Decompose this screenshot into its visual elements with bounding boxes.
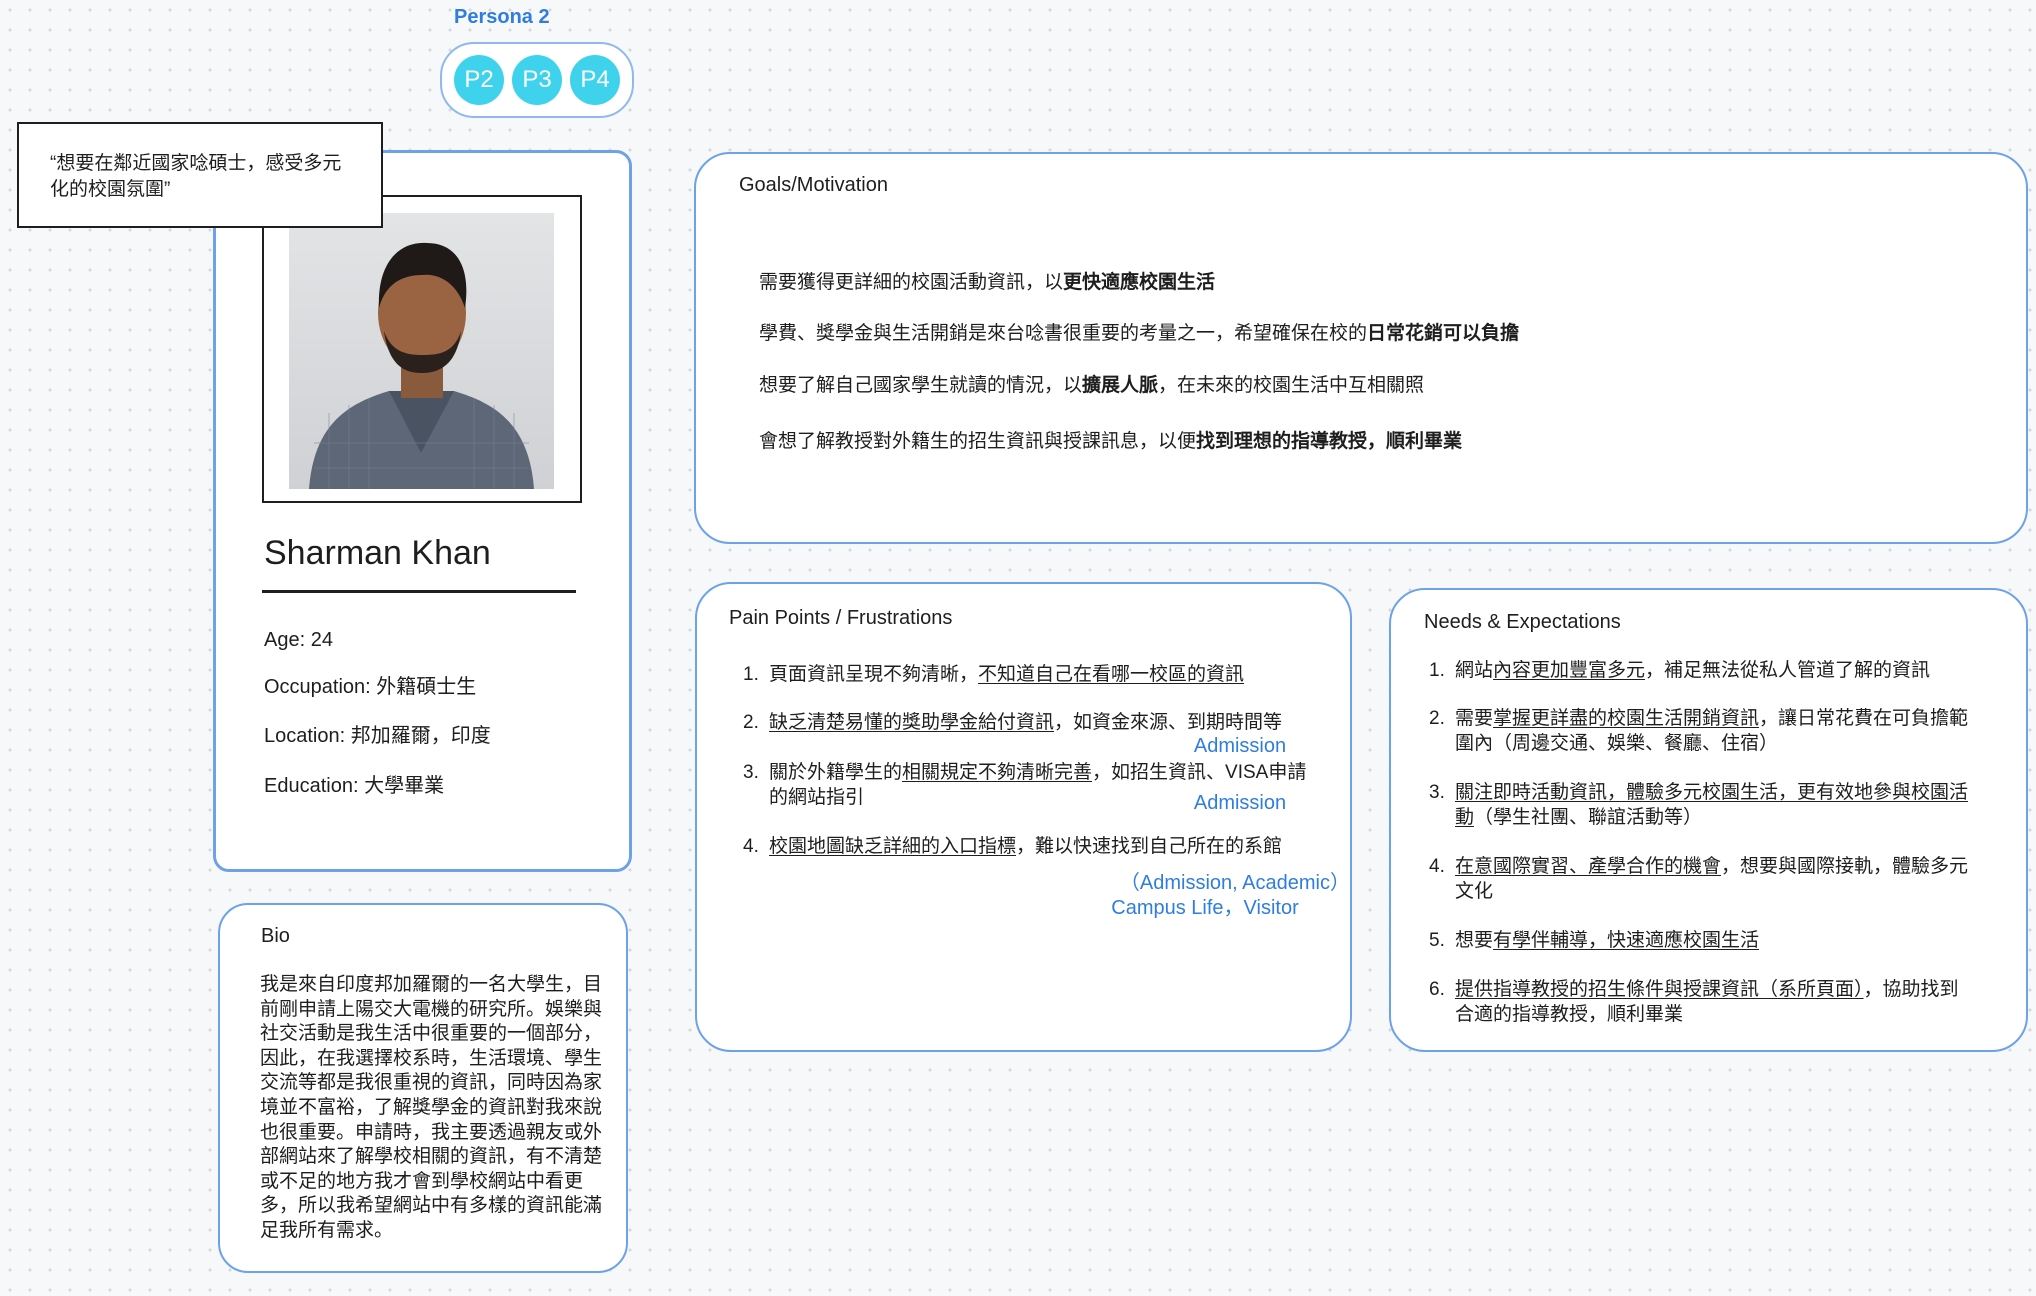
education-value: 大學畢業: [364, 775, 445, 797]
pain-points-title: Pain Points / Frustrations: [729, 607, 953, 629]
bio-title: Bio: [261, 925, 290, 947]
persona-chip-p2[interactable]: P2: [454, 55, 504, 105]
location-label: Location:: [264, 725, 351, 747]
need-item: 1. 網站內容更加豐富多元，補足無法從私人管道了解的資訊: [1429, 660, 1931, 681]
goal-item: 需要獲得更詳細的校園活動資訊，以更快適應校園生活: [759, 272, 1216, 293]
occupation-label: Occupation:: [264, 676, 377, 698]
goals-card: [694, 152, 2028, 544]
need-item: 5. 想要有學伴輔導，快速適應校園生活: [1429, 930, 1760, 951]
goal-item: 學費、獎學金與生活開銷是來台唸書很重要的考量之一，希望確保在校的日常花銷可以負擔: [759, 323, 1520, 344]
need-item: 3. 關注即時活動資訊，體驗多元校園生活，更有效地參與校園活動（學生社團、聯誼活…: [1429, 782, 1969, 828]
age-value: 24: [310, 629, 333, 651]
goal-item: 會想了解教授對外籍生的招生資訊與授課訊息，以便找到理想的指導教授，順利畢業: [759, 431, 1463, 452]
photo-frame: [262, 195, 582, 503]
tag-admission: Admission: [1193, 792, 1287, 814]
goal-item: 想要了解自己國家學生就讀的情況，以擴展人脈，在未來的校園生活中互相關照: [759, 375, 1425, 396]
location-row: Location: 邦加羅爾，印度: [264, 719, 491, 748]
pain-point-item: 1. 頁面資訊呈現不夠清晰，不知道自己在看哪一校區的資訊: [743, 664, 1245, 685]
persona-switcher: P2 P3 P4: [440, 42, 634, 118]
persona-name: Sharman Khan: [264, 534, 491, 572]
pain-points-card: [695, 582, 1352, 1052]
persona-chip-p3[interactable]: P3: [512, 55, 562, 105]
education-label: Education:: [264, 775, 365, 797]
tag-admission: Admission: [1193, 735, 1287, 757]
person-portrait-image: [309, 242, 534, 489]
tag-campus-life-visitor: Campus Life，Visitor: [1111, 897, 1299, 919]
needs-title: Needs & Expectations: [1424, 611, 1621, 633]
need-item: 2. 需要掌握更詳盡的校園生活開銷資訊，讓日常花費在可負擔範圍內（周邊交通、娛樂…: [1429, 708, 1969, 754]
age-row: Age: 24: [264, 629, 333, 652]
persona-chip-p4[interactable]: P4: [570, 55, 620, 105]
profile-photo: [289, 213, 554, 489]
persona-frame-label: Persona 2: [454, 6, 550, 28]
name-divider: [262, 590, 576, 593]
age-label: Age:: [264, 629, 311, 651]
location-value: 邦加羅爾，印度: [350, 725, 491, 747]
occupation-row: Occupation: 外籍碩士生: [264, 670, 476, 699]
occupation-value: 外籍碩士生: [376, 676, 477, 698]
pain-point-item: 4. 校園地圖缺乏詳細的入口指標，難以快速找到自己所在的系館: [743, 836, 1283, 857]
bio-text: 我是來自印度邦加羅爾的一名大學生，目前剛申請上陽交大電機的研究所。娛樂與社交活動…: [260, 974, 603, 1241]
pain-point-item: 2. 缺乏清楚易懂的獎助學金給付資訊，如資金來源、到期時間等: [743, 712, 1283, 733]
tag-admission-academic: （Admission, Academic）: [1119, 872, 1350, 894]
persona-quote: “想要在鄰近國家唸碩士，感受多元化的校園氛圍”: [17, 122, 383, 228]
need-item: 4. 在意國際實習、產學合作的機會，想要與國際接軌，體驗多元文化: [1429, 856, 1969, 902]
goals-title: Goals/Motivation: [739, 174, 888, 196]
education-row: Education: 大學畢業: [264, 769, 444, 798]
need-item: 6. 提供指導教授的招生條件與授課資訊（系所頁面），協助找到合適的指導教授，順利…: [1429, 979, 1959, 1025]
